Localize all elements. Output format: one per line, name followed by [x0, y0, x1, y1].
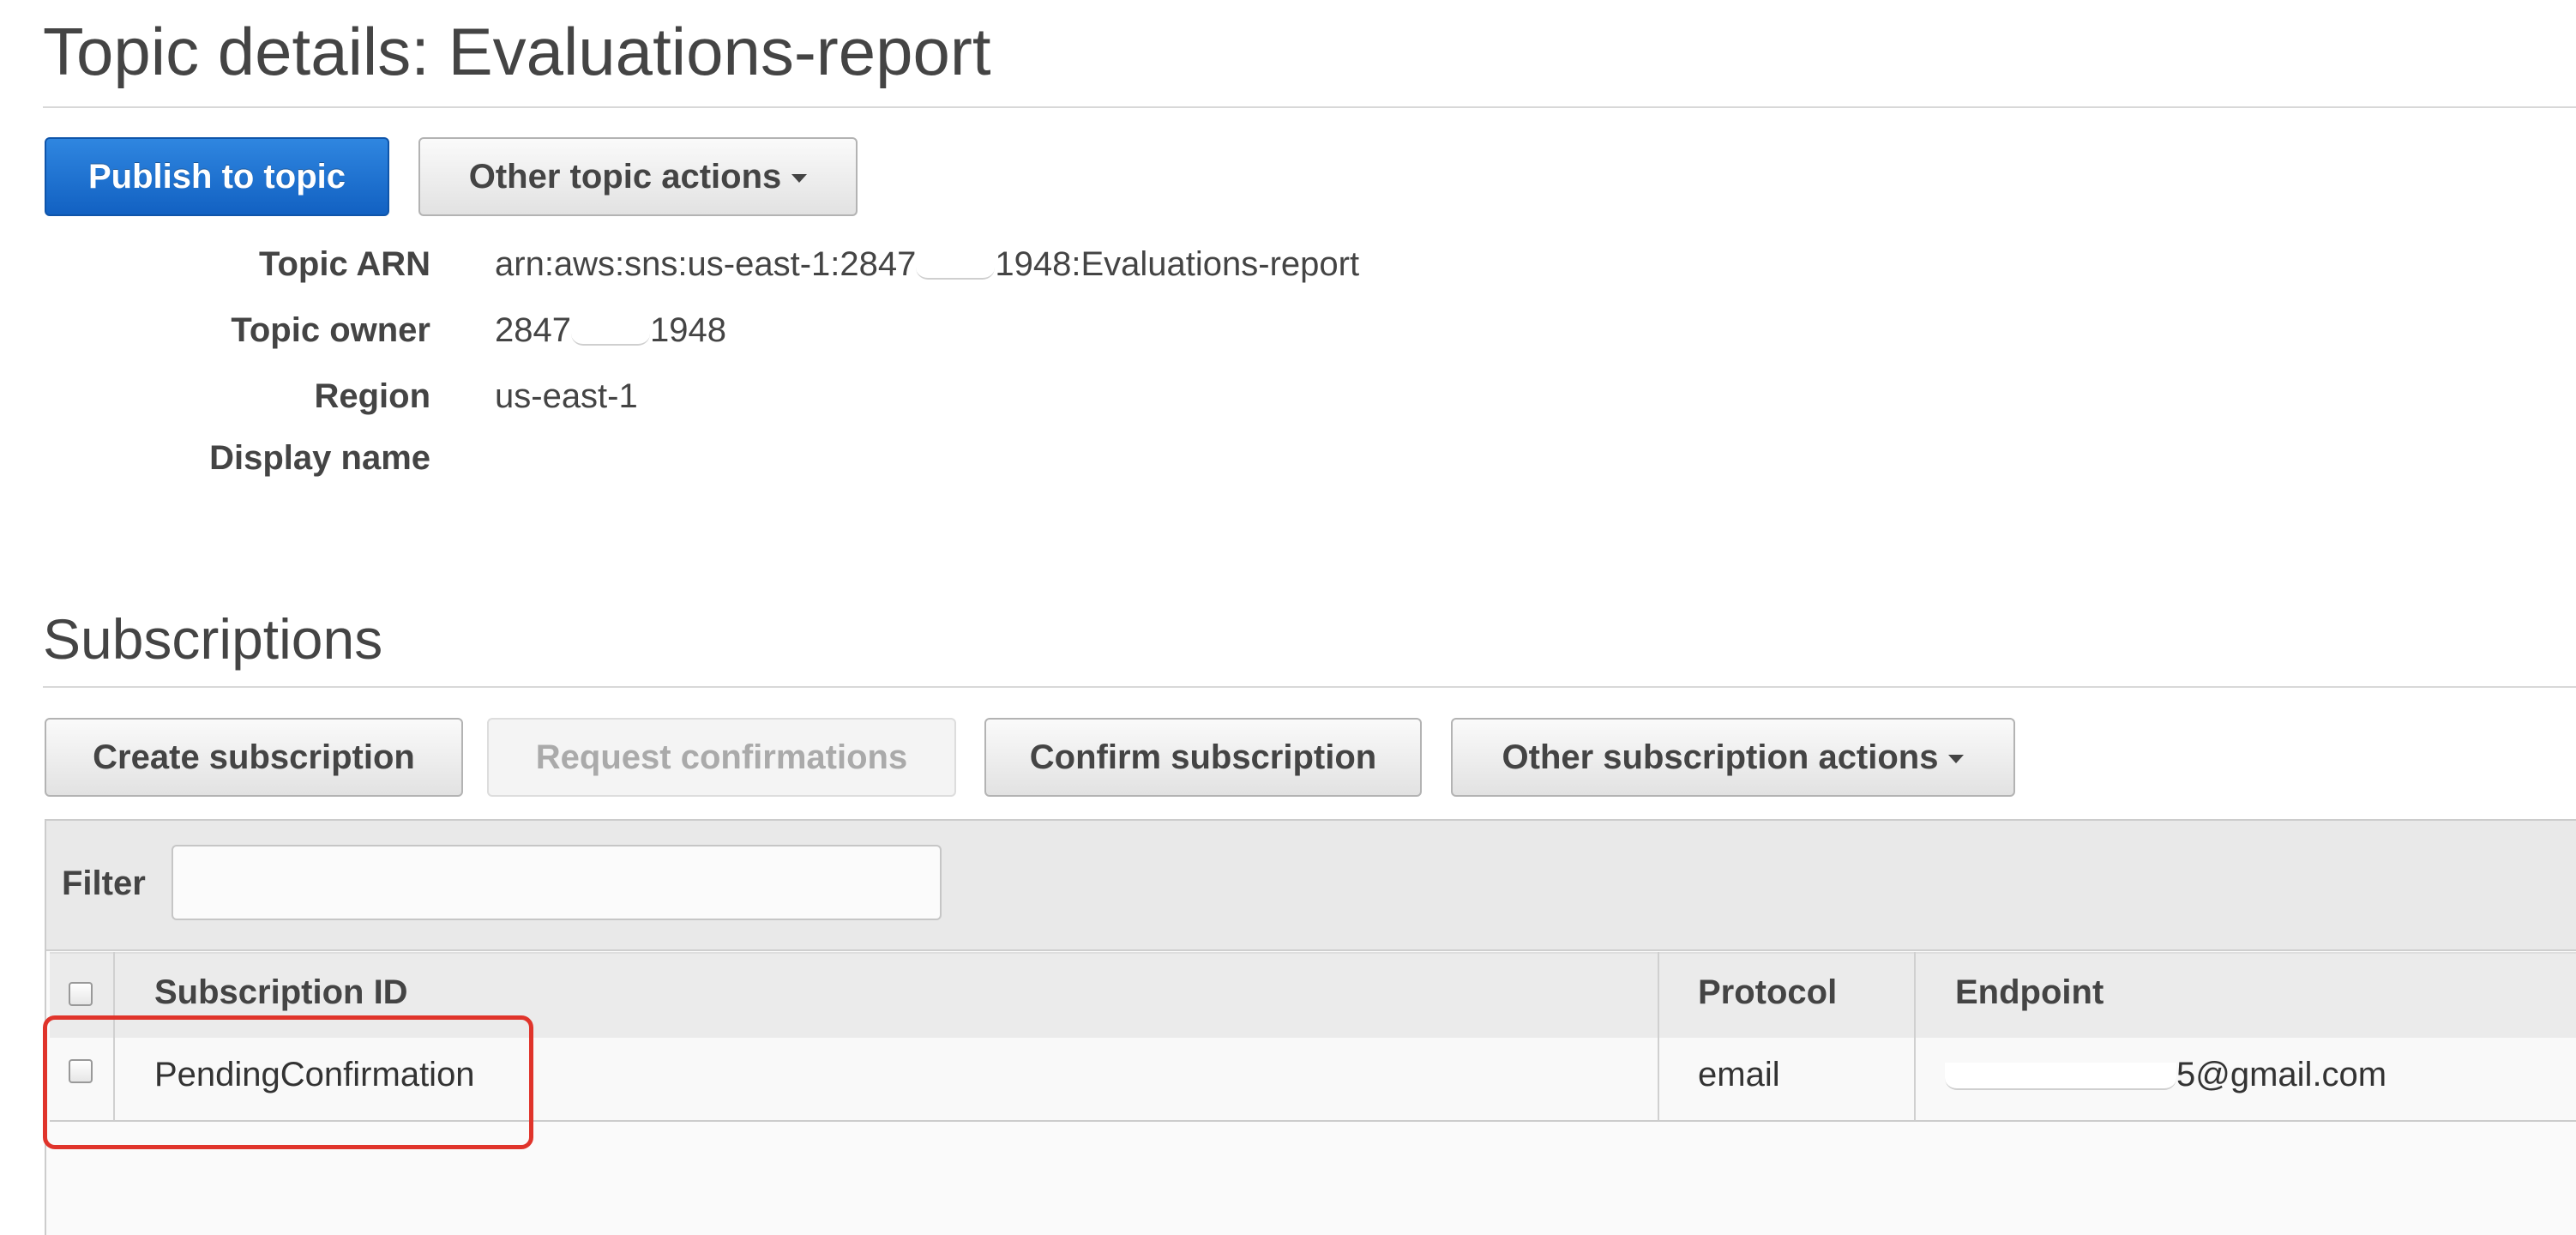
title-divider	[43, 106, 2576, 108]
create-subscription-label: Create subscription	[93, 738, 415, 776]
other-topic-actions-button[interactable]: Other topic actions	[418, 137, 858, 216]
detail-topic-arn: Topic ARN arn:aws:sns:us-east-1:2847 1948…	[0, 238, 1715, 290]
detail-label: Display name	[209, 439, 430, 477]
protocol-cell: email	[1698, 1056, 1780, 1093]
detail-display-name: Display name	[0, 432, 1715, 484]
topic-arn-value: arn:aws:sns:us-east-1:2847 1948:Evaluatio…	[495, 245, 1360, 283]
subscription-id-cell: PendingConfirmation	[154, 1056, 475, 1093]
filter-label: Filter	[62, 864, 146, 902]
caret-down-icon	[1948, 755, 1965, 763]
confirm-subscription-button[interactable]: Confirm subscription	[984, 718, 1422, 797]
publish-to-topic-label: Publish to topic	[88, 157, 346, 196]
filter-input[interactable]	[172, 845, 942, 920]
detail-topic-owner: Topic owner 2847 1948	[0, 304, 1715, 356]
create-subscription-button[interactable]: Create subscription	[45, 718, 463, 797]
redacted-segment	[570, 318, 650, 346]
other-subscription-actions-button[interactable]: Other subscription actions	[1451, 718, 2015, 797]
column-separator	[113, 952, 115, 1120]
publish-to-topic-button[interactable]: Publish to topic	[45, 137, 389, 216]
region-value: us-east-1	[495, 377, 638, 415]
column-header-subscription-id[interactable]: Subscription ID	[154, 967, 408, 1018]
page-title: Topic details: Evaluations-report	[43, 14, 991, 89]
request-confirmations-label: Request confirmations	[535, 738, 908, 776]
caret-down-icon	[791, 174, 808, 183]
detail-label: Topic ARN	[259, 245, 430, 283]
redacted-segment	[1945, 1063, 2176, 1091]
detail-region: Region us-east-1	[0, 370, 1715, 422]
detail-label: Topic owner	[231, 311, 430, 349]
subscriptions-heading: Subscriptions	[43, 607, 383, 671]
column-separator	[1658, 952, 1659, 1120]
column-header-protocol[interactable]: Protocol	[1698, 967, 1837, 1018]
redacted-segment	[916, 252, 996, 280]
confirm-subscription-label: Confirm subscription	[1029, 738, 1377, 776]
subscriptions-divider	[43, 686, 2576, 688]
row-checkbox[interactable]	[69, 1059, 93, 1083]
detail-label: Region	[314, 377, 430, 415]
endpoint-cell: 5@gmail.com	[1945, 1049, 2386, 1100]
column-header-endpoint[interactable]: Endpoint	[1955, 967, 2104, 1018]
select-all-checkbox[interactable]	[69, 982, 93, 1006]
other-subscription-actions-label: Other subscription actions	[1502, 738, 1939, 776]
other-topic-actions-label: Other topic actions	[468, 157, 782, 196]
topic-owner-value: 2847 1948	[495, 311, 726, 349]
request-confirmations-button[interactable]: Request confirmations	[487, 718, 956, 797]
column-separator	[1914, 952, 1916, 1120]
table-header	[50, 952, 2576, 1039]
